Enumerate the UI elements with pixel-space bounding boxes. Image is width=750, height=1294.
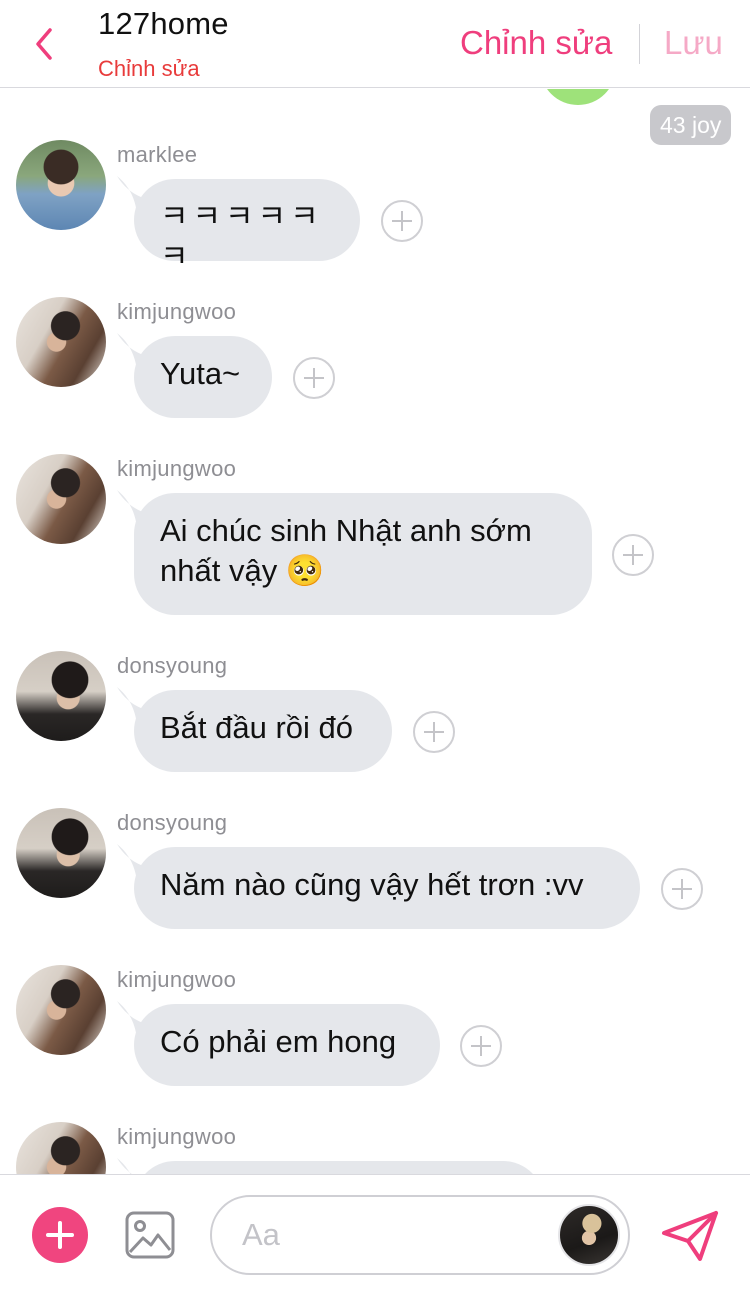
header-divider xyxy=(639,24,640,64)
chat-subtitle[interactable]: Chỉnh sửa xyxy=(98,56,200,82)
avatar-kimjungwoo[interactable] xyxy=(16,297,106,387)
image-icon[interactable] xyxy=(124,1210,176,1260)
message-bubble[interactable]: Bắt đầu rồi đó xyxy=(134,690,392,772)
message-input[interactable] xyxy=(242,1215,542,1255)
message-text: nhất vậy 🥺 xyxy=(160,553,325,588)
add-reaction-icon[interactable] xyxy=(612,534,654,576)
reaction-count-badge[interactable]: 43 joy xyxy=(650,105,732,145)
message-item: kimjungwoo xyxy=(0,1122,750,1174)
back-chevron-icon[interactable] xyxy=(30,24,60,64)
message-bubble[interactable]: Yuta~ xyxy=(134,336,272,418)
message-input-wrapper[interactable] xyxy=(210,1195,630,1275)
sender-name: marklee xyxy=(117,142,198,167)
add-reaction-icon[interactable] xyxy=(381,200,423,242)
message-item: kimjungwoo Ai chúc sinh Nhật anh sớm nhấ… xyxy=(0,454,750,615)
message-bubble[interactable]: ㅋㅋㅋㅋㅋㅋ xyxy=(134,179,360,274)
message-item: donsyoung Bắt đầu rồi đó xyxy=(0,651,750,781)
add-reaction-icon[interactable] xyxy=(460,1025,502,1067)
message-item: marklee ㅋㅋㅋㅋㅋㅋ xyxy=(0,140,750,274)
avatar-kimjungwoo[interactable] xyxy=(16,965,106,1055)
avatar-donsyoung[interactable] xyxy=(16,808,106,898)
add-reaction-icon[interactable] xyxy=(413,711,455,753)
chat-header: 127home Chỉnh sửa Chỉnh sửa Lưu xyxy=(0,0,750,88)
sender-name: donsyoung xyxy=(117,810,228,835)
message-text: Ai chúc sinh Nhật anh sớm xyxy=(160,513,532,548)
message-text: Năm nào cũng vậy hết trơn :vv xyxy=(160,867,584,902)
send-icon[interactable] xyxy=(660,1209,720,1263)
avatar-kimjungwoo[interactable] xyxy=(16,1122,106,1174)
composer-bar xyxy=(0,1174,750,1294)
avatar-marklee[interactable] xyxy=(16,140,106,230)
sender-name: kimjungwoo xyxy=(117,967,237,992)
message-item: kimjungwoo Yuta~ xyxy=(0,297,750,427)
sender-name: kimjungwoo xyxy=(117,299,237,324)
chat-title: 127home xyxy=(98,6,229,41)
add-reaction-icon[interactable] xyxy=(293,357,335,399)
message-text: ㅋㅋㅋㅋㅋㅋ xyxy=(160,199,323,274)
message-bubble[interactable]: Có phải em hong xyxy=(134,1004,440,1086)
message-bubble[interactable] xyxy=(134,1161,544,1174)
avatar-donsyoung[interactable] xyxy=(16,651,106,741)
avatar-kimjungwoo[interactable] xyxy=(16,454,106,544)
sender-name: donsyoung xyxy=(117,653,228,678)
add-reaction-icon[interactable] xyxy=(661,868,703,910)
message-bubble[interactable]: Năm nào cũng vậy hết trơn :vv xyxy=(134,847,640,929)
plus-icon[interactable] xyxy=(32,1207,88,1263)
message-item: donsyoung Năm nào cũng vậy hết trơn :vv xyxy=(0,808,750,938)
message-text: Bắt đầu rồi đó xyxy=(160,710,354,745)
message-list[interactable]: 43 joy marklee ㅋㅋㅋㅋㅋㅋ kimjungwoo Yuta~ k… xyxy=(0,89,750,1174)
message-text: Có phải em hong xyxy=(160,1024,397,1059)
message-text: Yuta~ xyxy=(160,356,241,391)
sender-name: kimjungwoo xyxy=(117,456,237,481)
current-user-avatar[interactable] xyxy=(558,1204,620,1266)
sender-name: kimjungwoo xyxy=(117,1124,237,1149)
save-button[interactable]: Lưu xyxy=(664,24,723,62)
sent-sticker-partial xyxy=(540,89,616,105)
edit-button[interactable]: Chỉnh sửa xyxy=(460,24,612,62)
message-item: kimjungwoo Có phải em hong xyxy=(0,965,750,1095)
message-bubble[interactable]: Ai chúc sinh Nhật anh sớm nhất vậy 🥺 xyxy=(134,493,592,615)
